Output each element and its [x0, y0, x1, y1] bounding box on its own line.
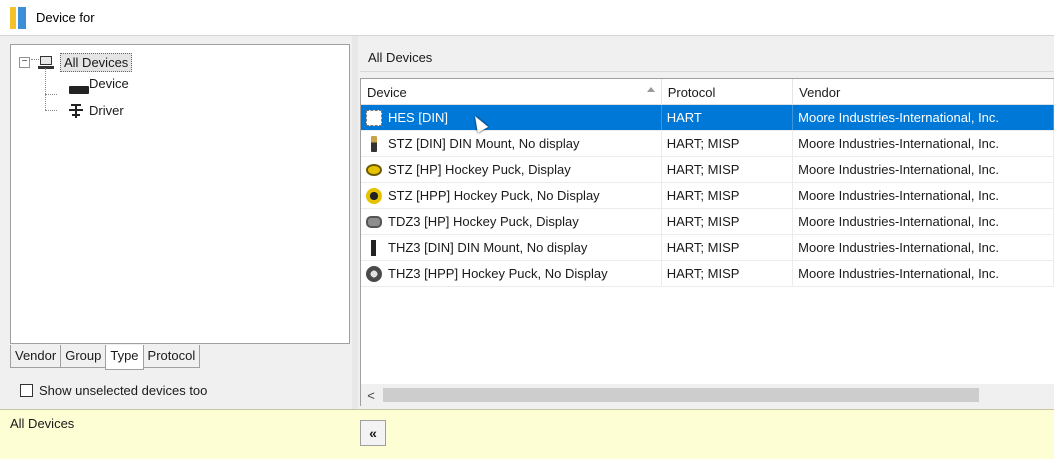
vendor-cell: Moore Industries-International, Inc.	[793, 235, 1054, 260]
vendor-cell: Moore Industries-International, Inc.	[793, 131, 1054, 156]
device-name: THZ3 [HPP] Hockey Puck, No Display	[388, 266, 608, 281]
title-bar: Device for	[0, 0, 1054, 36]
table-row[interactable]: THZ3 [HPP] Hockey Puck, No Display HART;…	[361, 261, 1054, 287]
column-header-device[interactable]: Device	[361, 79, 662, 105]
left-status-panel: All Devices	[0, 409, 352, 459]
table-row[interactable]: TDZ3 [HP] Hockey Puck, Display HART; MIS…	[361, 209, 1054, 235]
vendor-cell: Moore Industries-International, Inc.	[793, 183, 1054, 208]
app-icon	[10, 6, 26, 29]
column-header-vendor[interactable]: Vendor	[793, 79, 1054, 105]
window-title: Device for	[36, 10, 95, 25]
device-name: THZ3 [DIN] DIN Mount, No display	[388, 240, 588, 255]
hockey-puck-icon	[366, 265, 382, 282]
protocol-cell: HART; MISP	[662, 209, 794, 234]
protocol-cell: HART; MISP	[662, 157, 794, 182]
show-unselected-row[interactable]: Show unselected devices too	[20, 383, 207, 398]
protocol-cell: HART; MISP	[662, 183, 794, 208]
table-row[interactable]: STZ [HPP] Hockey Puck, No Display HART; …	[361, 183, 1054, 209]
right-status-panel: «	[352, 409, 1054, 459]
grid-title: All Devices	[360, 44, 1054, 72]
vendor-cell: Moore Industries-International, Inc.	[793, 105, 1054, 130]
tree-root[interactable]: − All Devices	[19, 53, 133, 72]
sort-ascending-icon	[646, 87, 655, 92]
tab-type[interactable]: Type	[105, 345, 144, 370]
device-tree[interactable]: − All Devices Device Driver	[10, 44, 350, 344]
collapse-icon[interactable]: −	[19, 57, 30, 68]
din-mount-icon	[371, 239, 376, 256]
device-name: TDZ3 [HP] Hockey Puck, Display	[388, 214, 579, 229]
tab-protocol[interactable]: Protocol	[142, 345, 201, 368]
horizontal-scrollbar[interactable]: <	[360, 384, 1054, 406]
driver-icon	[69, 103, 83, 118]
table-row[interactable]: STZ [DIN] DIN Mount, No display HART; MI…	[361, 131, 1054, 157]
table-row[interactable]: THZ3 [DIN] DIN Mount, No display HART; M…	[361, 235, 1054, 261]
tree-item-driver[interactable]: Driver	[69, 103, 124, 118]
protocol-cell: HART	[662, 105, 794, 130]
show-unselected-label[interactable]: Show unselected devices too	[39, 383, 207, 398]
table-row[interactable]: STZ [HP] Hockey Puck, Display HART; MISP…	[361, 157, 1054, 183]
device-name: STZ [HP] Hockey Puck, Display	[388, 162, 571, 177]
scroll-left-icon[interactable]: <	[361, 388, 381, 403]
device-grid[interactable]: Device Protocol Vendor HES [DIN] HART Mo…	[360, 78, 1054, 384]
tree-item-label: Device	[89, 75, 129, 91]
device-name: STZ [DIN] DIN Mount, No display	[388, 136, 580, 151]
show-unselected-checkbox[interactable]	[20, 384, 33, 397]
computer-icon	[38, 55, 54, 70]
filter-tabs: Vendor Group Type Protocol	[10, 345, 201, 370]
din-mount-icon	[371, 135, 377, 152]
tab-vendor[interactable]: Vendor	[10, 345, 62, 368]
panel-splitter[interactable]	[352, 36, 358, 459]
table-row[interactable]: HES [DIN] HART Moore Industries-Internat…	[361, 105, 1054, 131]
vendor-cell: Moore Industries-International, Inc.	[793, 209, 1054, 234]
column-header-protocol[interactable]: Protocol	[662, 79, 794, 105]
tab-group[interactable]: Group	[60, 345, 107, 368]
tree-item-label: Driver	[89, 103, 124, 118]
vendor-cell: Moore Industries-International, Inc.	[793, 157, 1054, 182]
hockey-puck-display-icon	[366, 163, 382, 176]
protocol-cell: HART; MISP	[662, 261, 794, 286]
device-name: STZ [HPP] Hockey Puck, No Display	[388, 188, 600, 203]
hockey-puck-icon	[366, 187, 382, 204]
protocol-cell: HART; MISP	[662, 235, 794, 260]
tree-item-device[interactable]: Device	[69, 75, 129, 94]
collapse-panel-button[interactable]: «	[360, 420, 386, 446]
device-icon	[69, 86, 89, 94]
tree-root-label[interactable]: All Devices	[60, 53, 133, 72]
vendor-cell: Moore Industries-International, Inc.	[793, 261, 1054, 286]
grid-header: Device Protocol Vendor	[361, 79, 1054, 105]
hockey-puck-display-icon	[366, 215, 382, 228]
left-status-text: All Devices	[10, 416, 75, 431]
protocol-cell: HART; MISP	[662, 131, 794, 156]
device-name: HES [DIN]	[388, 110, 448, 125]
device-module-icon	[366, 109, 382, 126]
scrollbar-thumb[interactable]	[383, 388, 979, 402]
